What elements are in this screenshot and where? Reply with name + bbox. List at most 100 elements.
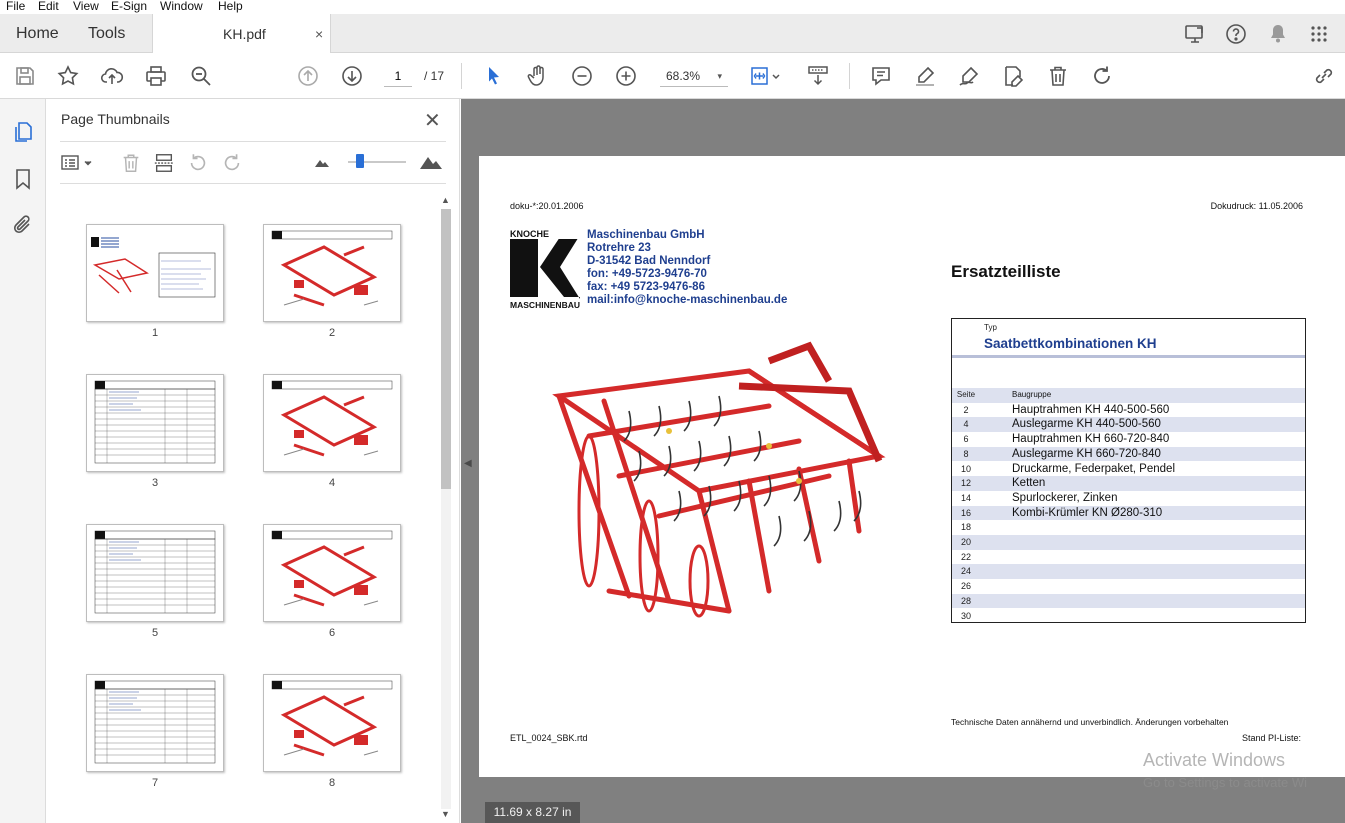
select-cursor-icon[interactable] — [482, 64, 506, 88]
page-thumbnail[interactable] — [86, 524, 224, 622]
delete-trash-icon[interactable] — [1046, 64, 1070, 88]
print-icon[interactable] — [144, 64, 168, 88]
page-thumbnail[interactable] — [86, 224, 224, 322]
upload-cloud-icon[interactable] — [100, 64, 124, 88]
panel-divider — [60, 141, 446, 142]
next-page-icon[interactable] — [340, 64, 364, 88]
share-link-icon[interactable] — [1312, 64, 1336, 88]
menu-file[interactable]: File — [6, 0, 25, 12]
activation-watermark-subtitle: Go to Settings to activate Wi — [1143, 775, 1308, 790]
page-thumbnails-panel: Page Thumbnails ✕ 1 2 3 4 5 6 7 8 ▲ ▼ — [46, 99, 460, 823]
save-icon[interactable] — [13, 64, 37, 88]
table-row: 12 Ketten — [952, 476, 1305, 491]
page-thumbnail[interactable] — [263, 374, 401, 472]
rotate-clockwise-icon[interactable] — [221, 152, 243, 174]
page-thumbnail[interactable] — [263, 224, 401, 322]
close-tab-button[interactable]: × — [315, 14, 323, 54]
apps-grid-icon[interactable] — [1307, 22, 1331, 46]
close-panel-button[interactable]: ✕ — [424, 108, 441, 133]
company-phone: fon: +49-5723-9476-70 — [587, 268, 707, 280]
highlight-pen-icon[interactable] — [913, 64, 937, 88]
contents-index-table: Typ Saatbettkombinationen KH Seite Baugr… — [951, 318, 1306, 623]
table-row: 4 Auslegarme KH 440-500-560 — [952, 417, 1305, 433]
larger-thumbnails-icon[interactable] — [419, 151, 443, 171]
fit-page-icon[interactable] — [749, 64, 783, 88]
zoom-level-dropdown[interactable]: 68.3% ▾ — [660, 65, 728, 87]
notification-bell-icon[interactable] — [1266, 22, 1290, 46]
scrollbar-thumb[interactable] — [441, 209, 451, 489]
main-toolbar: / 17 68.3% ▾ — [0, 53, 1345, 99]
tab-home[interactable]: Home — [16, 14, 59, 53]
row-group-name: Hauptrahmen KH 440-500-560 — [1012, 403, 1170, 416]
thumbnail-options-icon[interactable] — [60, 152, 96, 174]
slider-handle[interactable] — [355, 154, 364, 168]
comment-icon[interactable] — [869, 64, 893, 88]
document-header-right: Dokudruck: 11.05.2006 — [1210, 201, 1303, 211]
smaller-thumbnails-icon[interactable] — [314, 155, 330, 169]
row-page-number: 30 — [960, 610, 971, 621]
page-thumbnail[interactable] — [263, 524, 401, 622]
row-page-number: 16 — [960, 507, 971, 518]
knoche-logo: KNOCHE MASCHINENBAU — [510, 229, 580, 310]
hand-tool-icon[interactable] — [526, 64, 550, 88]
sign-icon[interactable] — [957, 64, 981, 88]
bookmark-icon[interactable] — [11, 167, 35, 191]
menu-esign[interactable]: E-Sign — [111, 0, 147, 12]
previous-page-icon[interactable] — [296, 64, 320, 88]
share-screen-icon[interactable] — [1183, 22, 1207, 46]
delete-page-icon[interactable] — [120, 152, 142, 174]
help-icon[interactable] — [1224, 22, 1248, 46]
scroll-down-arrow-icon[interactable]: ▼ — [441, 809, 450, 819]
rotate-counterclockwise-icon[interactable] — [187, 152, 209, 174]
page-total-label: / 17 — [424, 69, 445, 83]
attachment-paperclip-icon[interactable] — [11, 213, 35, 237]
thumbnail-page-number: 1 — [151, 327, 159, 339]
table-row: 22 — [952, 550, 1305, 565]
table-row: 8 Auslegarme KH 660-720-840 — [952, 446, 1305, 462]
chevron-down-icon: ▾ — [717, 71, 722, 81]
zoom-in-icon[interactable] — [614, 64, 638, 88]
tab-document[interactable]: KH.pdf × — [152, 14, 331, 54]
collapse-panel-arrow-icon[interactable]: ◀ — [464, 458, 474, 474]
footer-filename: ETL_0024_SBK.rtd — [510, 733, 588, 743]
row-group-name: Auslegarme KH 660-720-840 — [1012, 447, 1161, 460]
zoom-search-icon[interactable] — [189, 64, 213, 88]
thumbnails-scrollbar[interactable]: ▲ ▼ — [438, 195, 452, 823]
pdf-page-1[interactable]: doku-*:20.01.2006 Dokudruck: 11.05.2006 … — [479, 156, 1345, 777]
scroll-up-arrow-icon[interactable]: ▲ — [441, 195, 450, 205]
row-page-number: 8 — [963, 448, 969, 459]
page-thumbnail[interactable] — [263, 674, 401, 772]
menu-edit[interactable]: Edit — [38, 0, 59, 12]
row-page-number: 14 — [960, 492, 971, 503]
row-page-number: 20 — [960, 537, 971, 547]
machine-type-name: Saatbettkombinationen KH — [984, 336, 1157, 351]
row-page-number: 4 — [963, 419, 969, 430]
document-tab-title: KH.pdf — [223, 26, 266, 42]
menu-help[interactable]: Help — [218, 0, 243, 12]
table-row: 14 Spurlockerer, Zinken — [952, 491, 1305, 506]
scroll-mode-icon[interactable] — [806, 64, 830, 88]
table-row: 18 — [952, 520, 1305, 535]
extract-pages-icon[interactable] — [153, 152, 175, 174]
table-row: 28 — [952, 593, 1305, 609]
row-group-name: Druckarme, Federpaket, Pendel — [1012, 462, 1175, 475]
table-row: 2 Hauptrahmen KH 440-500-560 — [952, 403, 1305, 418]
activation-watermark-title: Activate Windows — [1143, 750, 1286, 770]
zoom-out-icon[interactable] — [570, 64, 594, 88]
page-thumbnails-icon[interactable] — [11, 120, 35, 144]
edit-pdf-icon[interactable] — [1001, 64, 1025, 88]
row-page-number: 2 — [963, 404, 969, 415]
column-header-page: Seite — [956, 390, 976, 399]
menu-view[interactable]: View — [73, 0, 99, 12]
zoom-level-value: 68.3% — [666, 69, 701, 83]
page-thumbnail[interactable] — [86, 674, 224, 772]
page-thumbnail[interactable] — [86, 374, 224, 472]
tab-tools[interactable]: Tools — [88, 14, 125, 53]
bookmark-star-icon[interactable] — [56, 64, 80, 88]
page-number-input[interactable] — [384, 65, 412, 87]
company-name: Maschinenbau GmbH — [587, 229, 705, 241]
menu-window[interactable]: Window — [160, 0, 203, 12]
rotate-clockwise-icon[interactable] — [1090, 64, 1114, 88]
menu-bar: File Edit View E-Sign Window Help — [0, 0, 1345, 14]
thumbnail-page-number: 2 — [328, 327, 336, 339]
